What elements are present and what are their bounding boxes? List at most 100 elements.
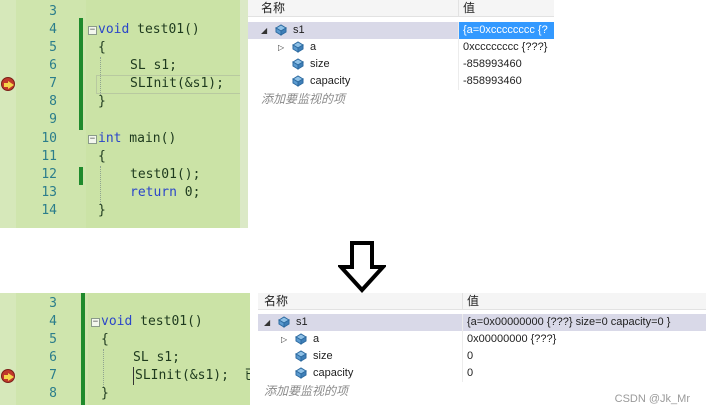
line-number: 5 bbox=[49, 332, 57, 347]
overview-scrollbar[interactable] bbox=[240, 0, 248, 228]
variable-cube-icon bbox=[292, 41, 304, 53]
line-number: 7 bbox=[49, 76, 57, 91]
watch-value[interactable]: -858993460 bbox=[458, 56, 554, 73]
watch-value[interactable]: -858993460 bbox=[458, 73, 554, 90]
watch-value[interactable]: {a=0xcccccccc {? bbox=[458, 22, 554, 39]
code-line: 4 − void test01() bbox=[0, 313, 250, 331]
bottom-watch-window: 名称 值 ◢ s1 {a=0x00000000 {???} size=0 cap… bbox=[258, 293, 706, 405]
collapse-icon[interactable]: − bbox=[88, 135, 97, 144]
code-line: 4 − void test01() bbox=[0, 21, 248, 39]
code-text: } bbox=[98, 203, 106, 218]
line-number: 11 bbox=[41, 149, 57, 164]
line-number: 8 bbox=[49, 386, 57, 401]
code-text: { bbox=[98, 40, 106, 55]
watch-row-s1[interactable]: ◢ s1 {a=0xcccccccc {? bbox=[248, 22, 554, 39]
variable-cube-icon bbox=[295, 333, 307, 345]
variable-cube-icon bbox=[295, 350, 307, 362]
add-watch-hint[interactable]: 添加要监视的项 bbox=[264, 382, 348, 399]
watch-row-size[interactable]: size 0 bbox=[258, 348, 706, 365]
column-value-header[interactable]: 值 bbox=[458, 0, 554, 16]
line-number: 4 bbox=[49, 314, 57, 329]
line-number: 3 bbox=[49, 296, 57, 311]
watch-name: capacity bbox=[310, 75, 351, 87]
collapse-icon[interactable]: − bbox=[91, 318, 100, 327]
code-text: SL s1; bbox=[133, 350, 180, 365]
column-value-header[interactable]: 值 bbox=[462, 293, 706, 309]
watch-row-s1[interactable]: ◢ s1 {a=0x00000000 {???} size=0 capacity… bbox=[258, 314, 706, 331]
watch-name: capacity bbox=[313, 367, 354, 379]
watch-value[interactable]: 0 bbox=[462, 348, 706, 365]
top-watch-window: 名称 值 ◢ s1 {a=0xcccccccc {? ▷ a 0xccccccc… bbox=[248, 0, 554, 228]
code-text: void test01() bbox=[98, 22, 200, 37]
indent-guide bbox=[100, 166, 101, 204]
code-line-current: 7 SLInit(&s1); bbox=[0, 75, 248, 93]
watch-value[interactable]: 0xcccccccc {???} bbox=[458, 39, 554, 56]
line-number: 6 bbox=[49, 58, 57, 73]
watch-name: s1 bbox=[296, 316, 308, 328]
watch-value[interactable]: 0 bbox=[462, 365, 706, 382]
line-number: 8 bbox=[49, 94, 57, 109]
collapse-triangle-icon[interactable]: ◢ bbox=[264, 314, 270, 331]
code-text: void test01() bbox=[101, 314, 203, 329]
variable-cube-icon bbox=[292, 58, 304, 70]
line-number: 4 bbox=[49, 22, 57, 37]
watch-row-a[interactable]: ▷ a 0x00000000 {???} bbox=[258, 331, 706, 348]
watch-header: 名称 值 bbox=[258, 293, 706, 310]
collapse-icon[interactable]: − bbox=[88, 26, 97, 35]
watch-row-a[interactable]: ▷ a 0xcccccccc {???} bbox=[248, 39, 554, 56]
column-name-header[interactable]: 名称 bbox=[261, 0, 285, 17]
line-number: 7 bbox=[49, 368, 57, 383]
line-number: 9 bbox=[49, 112, 57, 127]
code-text: return 0; bbox=[130, 185, 201, 200]
code-text: { bbox=[98, 149, 106, 164]
line-number: 5 bbox=[49, 40, 57, 55]
watch-row-capacity[interactable]: capacity -858993460 bbox=[248, 73, 554, 90]
code-line: 3 bbox=[0, 295, 250, 313]
watch-name: size bbox=[310, 58, 330, 70]
code-line: 5 { bbox=[0, 331, 250, 349]
collapse-triangle-icon[interactable]: ◢ bbox=[261, 22, 267, 39]
variable-cube-icon bbox=[292, 75, 304, 87]
watch-name: a bbox=[313, 333, 320, 345]
top-code-editor[interactable]: 3 4 − void test01() 5 { 6 SL s1; 7 SLIni… bbox=[0, 0, 248, 228]
line-number: 10 bbox=[41, 131, 57, 146]
code-text: SL s1; bbox=[130, 58, 177, 73]
variable-cube-icon bbox=[295, 367, 307, 379]
code-line: 10 − int main() bbox=[0, 130, 248, 148]
line-number: 12 bbox=[41, 167, 57, 182]
watch-value[interactable]: 0x00000000 {???} bbox=[462, 331, 706, 348]
watch-name: size bbox=[313, 350, 333, 362]
variable-cube-icon bbox=[275, 24, 287, 36]
watch-row-capacity[interactable]: capacity 0 bbox=[258, 365, 706, 382]
expand-triangle-icon[interactable]: ▷ bbox=[278, 39, 284, 56]
line-number: 3 bbox=[49, 4, 57, 19]
code-line: 14 } bbox=[0, 202, 248, 220]
bottom-code-editor[interactable]: 3 4 − void test01() 5 { 6 SL s1; 7 SLIni… bbox=[0, 293, 250, 405]
line-number: 13 bbox=[41, 185, 57, 200]
indent-guide bbox=[103, 349, 104, 387]
code-line-current: 7 SLInit(&s1); 已 bbox=[0, 367, 250, 385]
code-line: 8 } bbox=[0, 385, 250, 403]
variable-cube-icon bbox=[278, 316, 290, 328]
code-text: test01(); bbox=[130, 167, 201, 182]
watch-row-size[interactable]: size -858993460 bbox=[248, 56, 554, 73]
add-watch-hint[interactable]: 添加要监视的项 bbox=[261, 90, 345, 107]
code-line: 3 bbox=[0, 3, 248, 21]
code-line: 6 SL s1; bbox=[0, 57, 248, 75]
watch-value[interactable]: {a=0x00000000 {???} size=0 capacity=0 } bbox=[462, 314, 706, 331]
code-line: 11 { bbox=[0, 148, 248, 166]
code-text: } bbox=[101, 386, 109, 401]
code-text: { bbox=[101, 332, 109, 347]
column-name-header[interactable]: 名称 bbox=[264, 293, 288, 310]
code-text: SLInit(&s1); bbox=[130, 76, 224, 91]
watch-name: s1 bbox=[293, 24, 305, 36]
expand-triangle-icon[interactable]: ▷ bbox=[281, 331, 287, 348]
down-arrow-icon bbox=[338, 241, 386, 293]
code-line: 5 { bbox=[0, 39, 248, 57]
code-text: int main() bbox=[98, 131, 177, 146]
code-line: 6 SL s1; bbox=[0, 349, 250, 367]
code-line: 12 test01(); bbox=[0, 166, 248, 184]
indent-guide bbox=[100, 57, 101, 95]
watermark: CSDN @Jk_Mr bbox=[614, 393, 690, 405]
watch-name: a bbox=[310, 41, 317, 53]
